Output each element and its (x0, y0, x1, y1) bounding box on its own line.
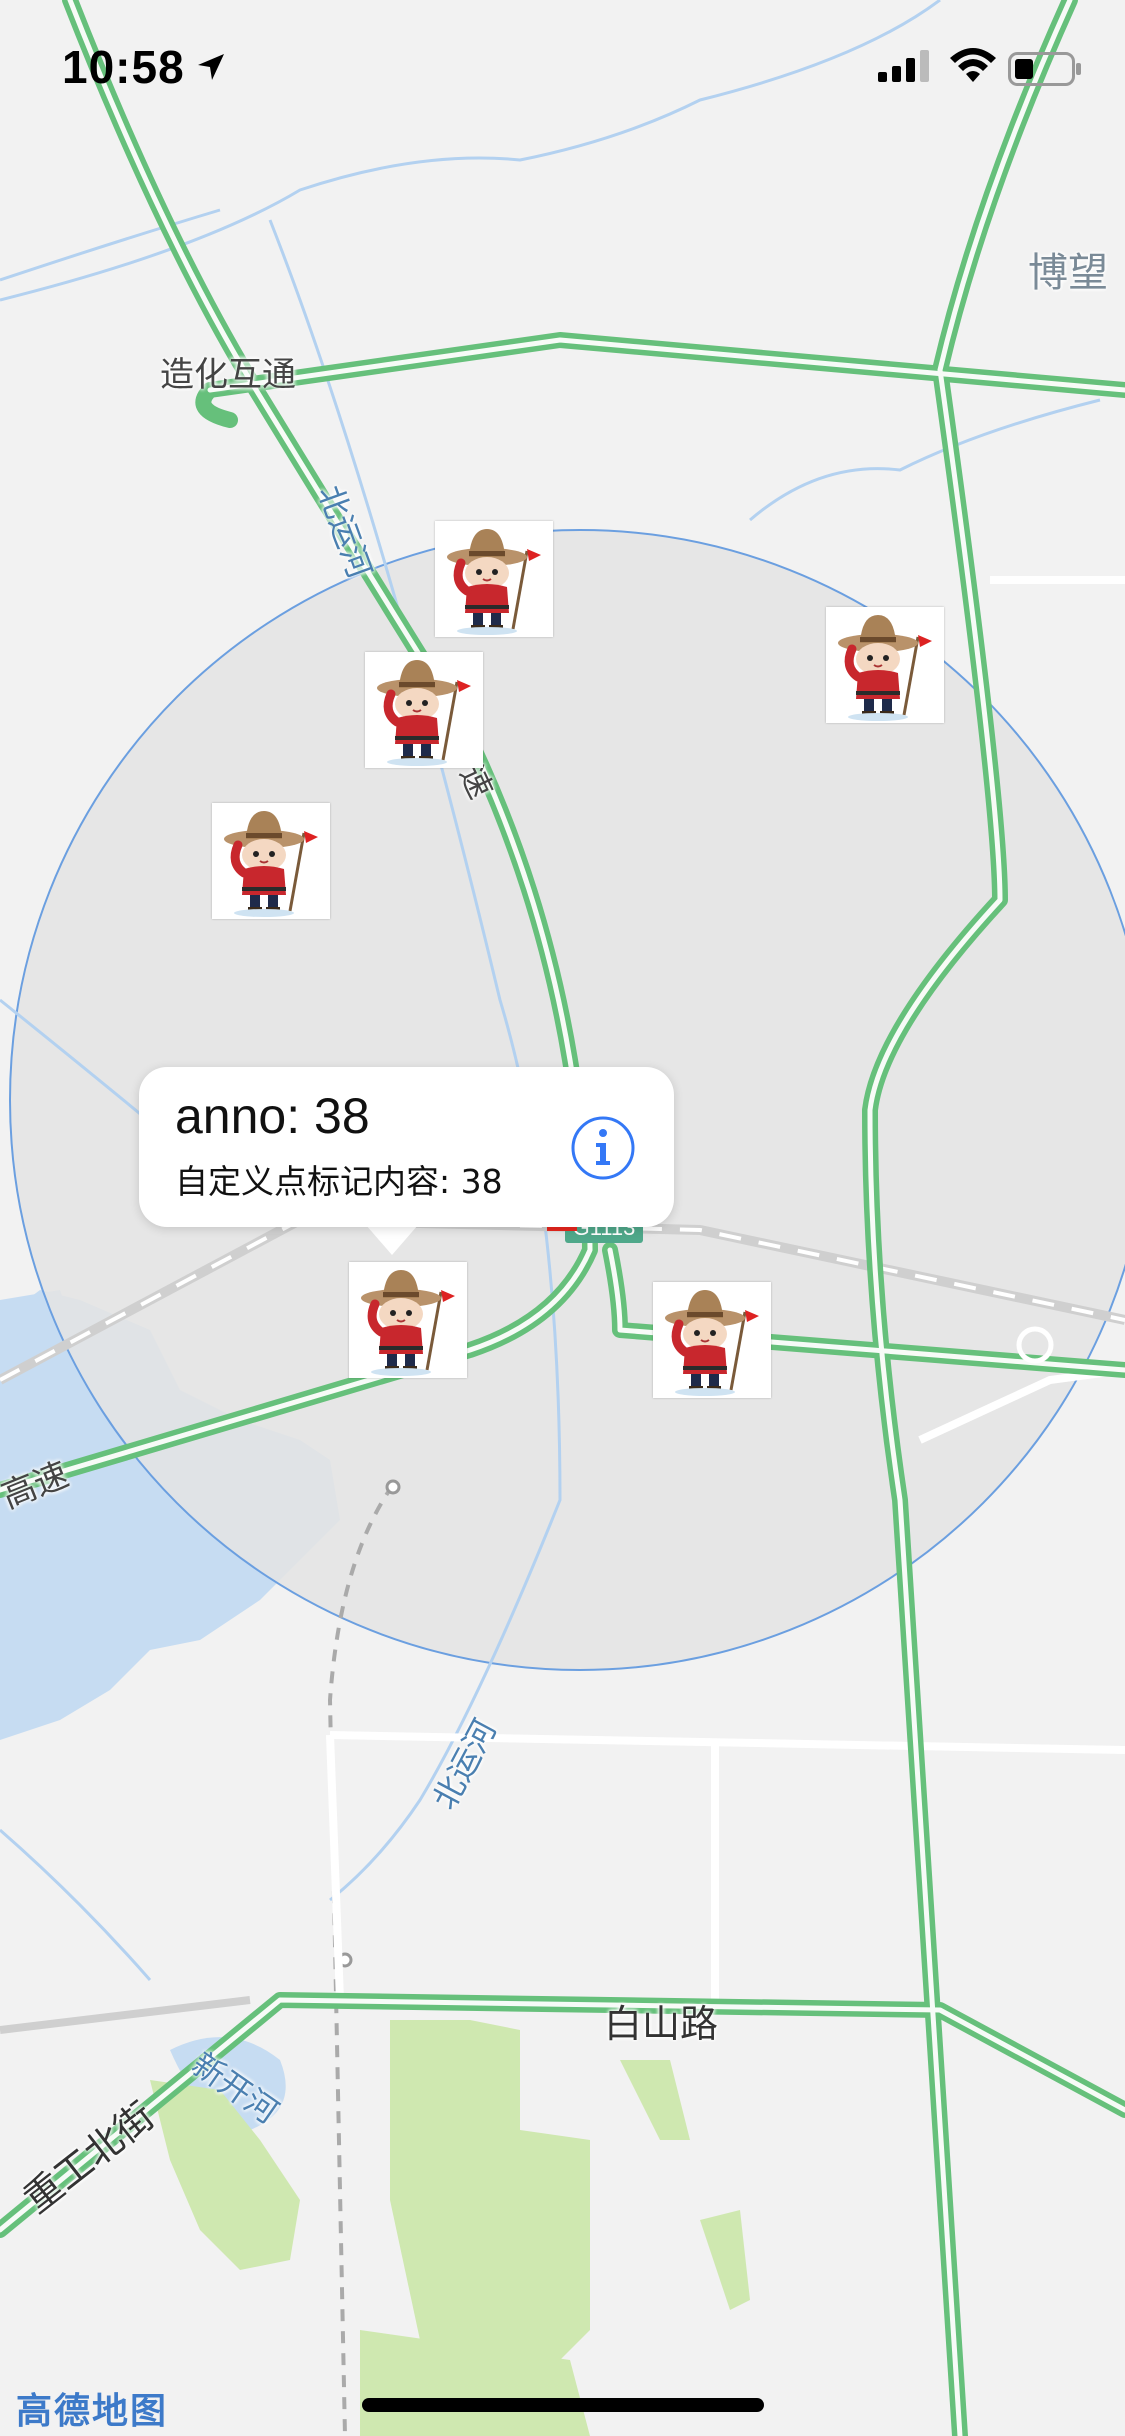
map-label-zaohua: 造化互通 (160, 355, 296, 395)
callout-subtitle: 自定义点标记内容: 38 (175, 1162, 503, 1201)
mascot-figure (361, 1270, 455, 1376)
mascot-figure (665, 1290, 759, 1396)
location-arrow-icon (198, 54, 224, 80)
mascot-figure (838, 615, 932, 721)
callout-title: anno: 38 (175, 1088, 370, 1144)
annotation-marker[interactable] (212, 803, 330, 919)
status-time: 10:58 (62, 41, 185, 93)
battery-icon (1008, 52, 1081, 86)
mascot-figure (224, 811, 318, 917)
mascot-figure (447, 529, 541, 635)
annotation-marker[interactable] (653, 1282, 771, 1398)
mascot-figure (377, 660, 471, 766)
cellular-signal-icon (878, 50, 929, 82)
annotation-marker-selected[interactable] (349, 1262, 467, 1378)
map-label-bowang: 博望 (1028, 250, 1108, 296)
map-label-baishan-road: 白山路 (604, 2002, 719, 2046)
status-bar: 10:58 (0, 0, 1125, 132)
annotation-marker[interactable] (826, 607, 944, 723)
annotation-marker[interactable] (365, 652, 483, 768)
wifi-icon (950, 48, 996, 82)
home-indicator[interactable] (362, 2398, 764, 2412)
annotation-marker[interactable] (435, 521, 553, 637)
info-icon[interactable] (570, 1115, 636, 1181)
amap-attribution-logo: 高德地图 (16, 2391, 169, 2432)
annotation-callout[interactable]: anno: 38 自定义点标记内容: 38 (139, 1067, 674, 1227)
callout-tail (366, 1225, 418, 1255)
